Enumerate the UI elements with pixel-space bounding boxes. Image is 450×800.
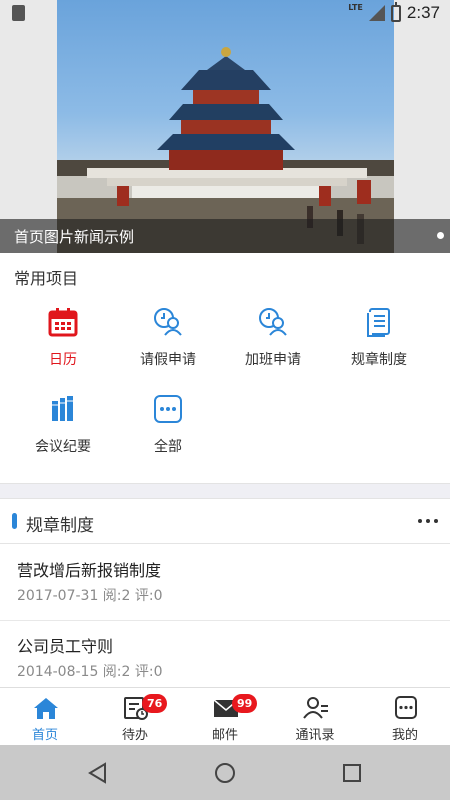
- sd-card-icon: [12, 5, 25, 21]
- temple-of-heaven-image: [57, 47, 394, 253]
- tab-profile[interactable]: 我的: [360, 688, 450, 746]
- rules-section: 规章制度 营改增后新报销制度 2017-07-31 阅:2 评:0 公司员工守则…: [0, 499, 450, 687]
- tab-mail-label: 邮件: [211, 728, 238, 743]
- overtime-request-label: 加班申请: [245, 352, 301, 368]
- article-title: 公司员工守则: [17, 637, 114, 656]
- calendar-label: 日历: [49, 352, 77, 368]
- contacts-icon: [303, 697, 328, 719]
- rules-section-title: 规章制度: [26, 516, 94, 536]
- mail-badge: 99: [232, 694, 258, 713]
- overtime-request-item[interactable]: 加班申请: [217, 306, 329, 386]
- todo-badge: 76: [142, 694, 168, 713]
- rules-label: 规章制度: [351, 352, 407, 368]
- section-divider: [0, 483, 450, 499]
- common-items-title: 常用项目: [14, 269, 79, 288]
- document-icon: [367, 308, 390, 337]
- tab-todo-label: 待办: [121, 728, 148, 743]
- rules-header: 规章制度: [0, 499, 450, 544]
- signal-icon: [368, 5, 385, 21]
- status-bar: LTE 2:37: [0, 0, 450, 26]
- common-items-section: 常用项目 日历 请假申请 加班申请 规章制度 会议纪要 全部: [0, 253, 450, 483]
- recents-icon[interactable]: [341, 762, 363, 784]
- calendar-item[interactable]: 日历: [7, 306, 119, 386]
- home-circle-icon[interactable]: [214, 762, 236, 784]
- tab-mail[interactable]: 99 邮件: [180, 688, 270, 746]
- network-type-label: LTE: [348, 2, 363, 12]
- tab-home[interactable]: 首页: [0, 688, 90, 746]
- meeting-minutes-item[interactable]: 会议纪要: [7, 393, 119, 473]
- leave-request-item[interactable]: 请假申请: [112, 306, 224, 386]
- battery-icon: [390, 1, 401, 22]
- system-navigation-bar: [0, 745, 450, 800]
- banner-caption-bar[interactable]: 首页图片新闻示例: [0, 219, 450, 253]
- bottom-tab-bar: 首页 76 待办 99 邮件 通讯录 我的: [0, 687, 450, 745]
- section-marker: [12, 513, 17, 529]
- books-icon: [52, 396, 73, 421]
- back-icon[interactable]: [87, 762, 109, 784]
- all-label: 全部: [154, 439, 182, 455]
- clock: 2:37: [406, 3, 440, 22]
- meeting-minutes-label: 会议纪要: [35, 439, 91, 455]
- tab-contacts-label: 通讯录: [295, 728, 335, 743]
- banner-caption: 首页图片新闻示例: [14, 228, 135, 246]
- profile-icon: [395, 696, 417, 719]
- rules-item[interactable]: 规章制度: [323, 306, 435, 386]
- more-options-icon[interactable]: [418, 519, 438, 523]
- overtime-request-icon: [259, 308, 287, 336]
- list-item[interactable]: 公司员工守则 2014-08-15 阅:2 评:0: [0, 621, 450, 697]
- article-title: 营改增后新报销制度: [17, 561, 162, 580]
- article-meta: 2017-07-31 阅:2 评:0: [17, 588, 163, 604]
- more-icon: [154, 395, 182, 423]
- banner-photo[interactable]: [57, 0, 394, 253]
- all-items[interactable]: 全部: [112, 393, 224, 473]
- tab-home-label: 首页: [31, 728, 58, 743]
- tab-profile-label: 我的: [391, 728, 418, 743]
- tab-todo[interactable]: 76 待办: [90, 688, 180, 746]
- leave-request-icon: [154, 308, 182, 336]
- carousel-indicator: [437, 232, 444, 239]
- leave-request-label: 请假申请: [140, 352, 196, 368]
- calendar-icon: [48, 308, 78, 337]
- home-icon: [34, 698, 58, 719]
- list-item[interactable]: 营改增后新报销制度 2017-07-31 阅:2 评:0: [0, 545, 450, 621]
- tab-contacts[interactable]: 通讯录: [270, 688, 360, 746]
- news-banner[interactable]: LTE 2:37 首页图片新闻示例: [0, 0, 450, 253]
- article-meta: 2014-08-15 阅:2 评:0: [17, 664, 163, 680]
